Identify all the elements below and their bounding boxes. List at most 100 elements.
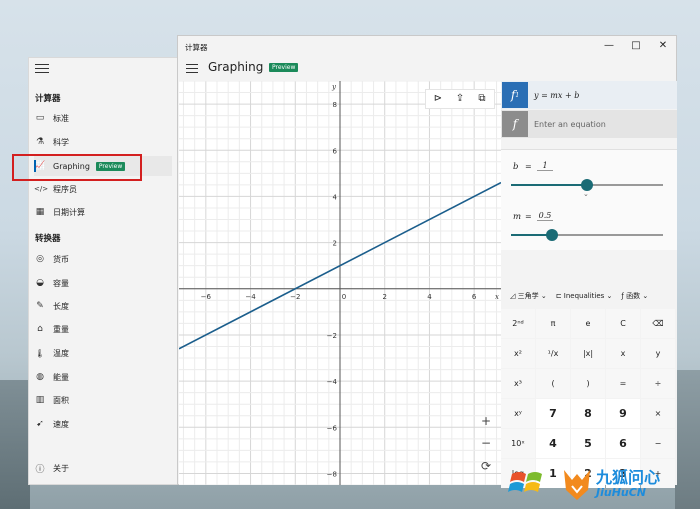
close-button[interactable]: ✕ bbox=[656, 40, 670, 52]
section-calculator: 计算器 bbox=[35, 94, 61, 104]
title-bar: 计算器 — □ ✕ bbox=[178, 36, 676, 56]
nav-item-label: 速度 bbox=[53, 419, 69, 429]
key-4[interactable]: ⌫ bbox=[641, 309, 675, 338]
equation-row-2[interactable]: f Enter an equation bbox=[501, 110, 677, 138]
variable-value-m[interactable]: 0.5 bbox=[537, 211, 553, 221]
nav-item-date-calculation[interactable]: ▦ 日期计算 bbox=[34, 202, 172, 222]
key-19[interactable]: × bbox=[641, 399, 675, 428]
currency-icon: ◎ bbox=[36, 254, 44, 264]
key-10[interactable]: x³ bbox=[501, 369, 535, 398]
y-tick-label: −4 bbox=[327, 378, 338, 386]
key-23[interactable]: 6 bbox=[606, 429, 640, 458]
key-20[interactable]: 10ˣ bbox=[501, 429, 535, 458]
equation-text[interactable]: y = mx + b bbox=[534, 91, 579, 100]
share-icon[interactable]: ⇪ bbox=[450, 93, 470, 104]
equation-input[interactable]: Enter an equation bbox=[534, 120, 606, 129]
slider-b[interactable] bbox=[511, 179, 663, 191]
nav-item-speed[interactable]: ➹ 速度 bbox=[34, 414, 172, 434]
energy-icon: ◍ bbox=[36, 372, 44, 382]
nav-item-about[interactable]: ⓘ 关于 bbox=[34, 458, 172, 478]
nav-item-programmer[interactable]: </> 程序员 bbox=[34, 179, 172, 199]
key-6[interactable]: ¹/x bbox=[536, 339, 570, 368]
fox-logo-icon bbox=[564, 470, 590, 500]
highlight-box bbox=[12, 154, 142, 181]
key-13[interactable]: = bbox=[606, 369, 640, 398]
x-tick-label: 4 bbox=[427, 293, 432, 301]
key-22[interactable]: 5 bbox=[571, 429, 605, 458]
x-tick-label: −4 bbox=[245, 293, 256, 301]
equation-panel: f1 y = mx + b f Enter an equation b = 1 … bbox=[501, 81, 677, 488]
nav-item-standard[interactable]: ▭ 标准 bbox=[34, 108, 172, 128]
key-16[interactable]: 7 bbox=[536, 399, 570, 428]
ruler-icon: ✎ bbox=[36, 301, 44, 311]
slider-m[interactable] bbox=[511, 229, 663, 241]
key-21[interactable]: 4 bbox=[536, 429, 570, 458]
inequalities-dropdown[interactable]: ⊏ Inequalities ⌄ bbox=[556, 292, 613, 300]
zoom-out-button[interactable]: − bbox=[476, 433, 496, 453]
preview-badge: Preview bbox=[269, 63, 299, 72]
reset-view-button[interactable]: ⟳ bbox=[476, 456, 496, 476]
nav-item-scientific[interactable]: ⚗ 科学 bbox=[34, 132, 172, 152]
nav-item-temperature[interactable]: 🌡 温度 bbox=[34, 343, 172, 363]
nav-item-area[interactable]: ▥ 面积 bbox=[34, 390, 172, 410]
page-title: Graphing bbox=[208, 60, 264, 74]
nav-item-weight[interactable]: ⌂ 重量 bbox=[34, 319, 172, 339]
nav-item-energy[interactable]: ◍ 能量 bbox=[34, 367, 172, 387]
key-11[interactable]: ( bbox=[536, 369, 570, 398]
graph-settings-icon[interactable]: ⧉ bbox=[472, 93, 492, 104]
y-tick-label: 6 bbox=[333, 147, 338, 155]
nav-item-label: 面积 bbox=[53, 395, 69, 405]
graph-svg[interactable]: −6 −4 −2 0 2 4 6 8 6 4 2 −2 −4 −6 −8 x y bbox=[179, 81, 501, 485]
trigonometry-dropdown[interactable]: ◿ 三角学 ⌄ bbox=[510, 291, 547, 301]
key-24[interactable]: − bbox=[641, 429, 675, 458]
zoom-in-button[interactable]: + bbox=[476, 411, 496, 431]
nav-item-label: 长度 bbox=[53, 301, 69, 311]
select-icon[interactable]: ⊳ bbox=[428, 93, 448, 104]
functions-dropdown[interactable]: ƒ 函数 ⌄ bbox=[621, 291, 648, 301]
nav-item-label: 容量 bbox=[53, 278, 69, 288]
function-icon[interactable]: f1 bbox=[502, 82, 528, 108]
desktop-rock-left bbox=[0, 380, 30, 509]
key-8[interactable]: x bbox=[606, 339, 640, 368]
calendar-icon: ▦ bbox=[35, 207, 45, 217]
key-0[interactable]: 2ⁿᵈ bbox=[501, 309, 535, 338]
key-17[interactable]: 8 bbox=[571, 399, 605, 428]
nav-item-currency[interactable]: ◎ 货币 bbox=[34, 249, 172, 269]
equation-row-1[interactable]: f1 y = mx + b bbox=[501, 81, 677, 109]
code-icon: </> bbox=[34, 185, 49, 193]
nav-menu-icon[interactable] bbox=[35, 64, 49, 74]
graph-canvas[interactable]: −6 −4 −2 0 2 4 6 8 6 4 2 −2 −4 −6 −8 x y ⊳ ⇪ ⧉ + − ⟳ bbox=[179, 81, 501, 485]
nav-item-label: 能量 bbox=[53, 372, 69, 382]
key-3[interactable]: C bbox=[606, 309, 640, 338]
calculator-icon: ▭ bbox=[35, 113, 45, 123]
key-2[interactable]: e bbox=[571, 309, 605, 338]
y-tick-label: 4 bbox=[333, 193, 338, 201]
x-axis-label: x bbox=[495, 293, 499, 301]
nav-item-volume[interactable]: ◒ 容量 bbox=[34, 273, 172, 293]
key-1[interactable]: π bbox=[536, 309, 570, 338]
chevron-down-icon[interactable]: ⌄ bbox=[583, 190, 589, 198]
nav-item-length[interactable]: ✎ 长度 bbox=[34, 296, 172, 316]
key-12[interactable]: ) bbox=[571, 369, 605, 398]
menu-icon[interactable] bbox=[186, 64, 198, 76]
key-14[interactable]: ÷ bbox=[641, 369, 675, 398]
watermark-text-en: JiuHuCN bbox=[596, 486, 647, 499]
nav-item-label: 重量 bbox=[53, 324, 69, 334]
x-tick-label: −6 bbox=[201, 293, 212, 301]
variable-value-b[interactable]: 1 bbox=[537, 161, 553, 171]
slider-thumb[interactable] bbox=[546, 229, 559, 241]
key-5[interactable]: x² bbox=[501, 339, 535, 368]
key-18[interactable]: 9 bbox=[606, 399, 640, 428]
y-tick-label: 8 bbox=[333, 101, 337, 109]
volume-icon: ◒ bbox=[36, 278, 44, 288]
thermometer-icon: 🌡 bbox=[34, 348, 46, 358]
key-7[interactable]: |x| bbox=[571, 339, 605, 368]
key-9[interactable]: y bbox=[641, 339, 675, 368]
function-icon: f bbox=[502, 111, 528, 137]
y-tick-label: 2 bbox=[333, 240, 337, 248]
info-icon: ⓘ bbox=[35, 464, 45, 475]
nav-item-label: 标准 bbox=[53, 113, 69, 123]
minimize-button[interactable]: — bbox=[602, 40, 616, 52]
maximize-button[interactable]: □ bbox=[629, 40, 643, 52]
key-15[interactable]: xʸ bbox=[501, 399, 535, 428]
